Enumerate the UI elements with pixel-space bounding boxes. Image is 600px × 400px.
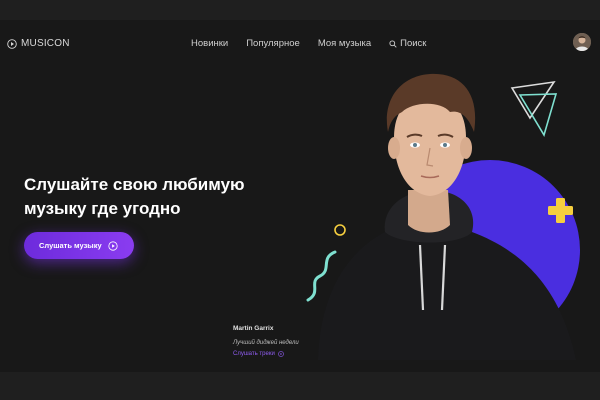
play-circle-icon: [7, 38, 17, 49]
teal-triangle-shape: [518, 93, 558, 137]
brand-name: MUSICON: [21, 38, 70, 49]
listen-tracks-label: Слушать треки: [233, 351, 275, 357]
yellow-ring-shape: [334, 224, 346, 236]
cta-label: Слушать музыку: [39, 241, 102, 250]
hero-headline: Слушайте свою любимую музыку где угодно: [24, 173, 324, 221]
headline-line-1: Слушайте свою любимую: [24, 175, 245, 194]
listen-music-button[interactable]: Слушать музыку: [24, 232, 134, 259]
headline-line-2: музыку где угодно: [24, 199, 181, 218]
artist-subtitle: Лучший диджей недели: [233, 340, 299, 346]
artist-name: Martin Garrix: [233, 325, 274, 332]
listen-tracks-link[interactable]: Слушать треки: [233, 351, 299, 357]
play-circle-icon: [108, 240, 118, 251]
nav-item-new[interactable]: Новинки: [191, 38, 228, 49]
play-circle-icon: [277, 351, 284, 357]
app-window: MUSICON Новинки Популярное Моя музыка По…: [0, 20, 600, 372]
teal-squiggle-shape: [306, 250, 337, 302]
outline-triangle-shape: [510, 80, 556, 120]
brand-logo[interactable]: MUSICON: [7, 38, 70, 49]
hero-artwork: [306, 73, 580, 360]
artist-card: Martin Garrix Лучший диджей недели Слуша…: [233, 325, 299, 357]
